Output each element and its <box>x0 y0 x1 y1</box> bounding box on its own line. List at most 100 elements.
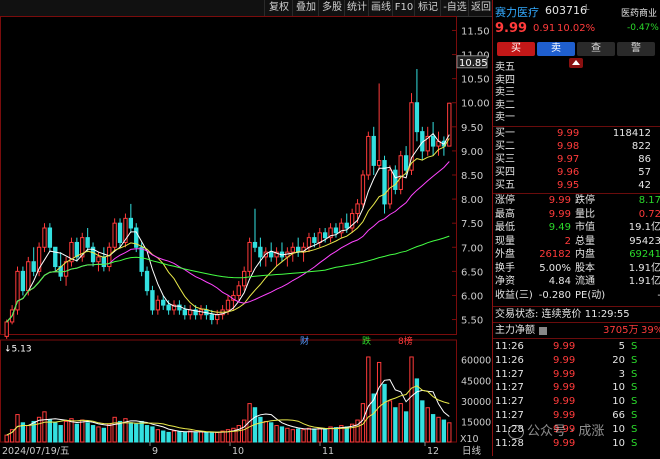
order-book-buy-row[interactable]: 买一 9.99 118412 <box>493 128 660 140</box>
order-book-buy-row[interactable]: 买二 9.98 822 <box>493 141 660 153</box>
quote-label: 股本 <box>575 262 595 274</box>
volume-bar <box>344 426 349 443</box>
toolbar-watchlist-button[interactable]: -自选 <box>440 0 469 16</box>
volume-bar <box>295 428 301 443</box>
tick-volume: 10 <box>612 437 625 449</box>
candle-body <box>26 261 31 292</box>
volume-unit-label: X10 <box>460 434 479 445</box>
buy-button[interactable]: 买 <box>497 42 535 56</box>
volume-bar <box>420 400 425 443</box>
candle-body <box>376 160 382 166</box>
watermark-text: 公众号 · 成涨 <box>527 424 605 439</box>
quote-label: 市值 <box>575 222 595 233</box>
tick-time: 11:26 <box>495 354 524 366</box>
kline-chart-svg[interactable]: 11.5011.0010.5010.009.509.008.508.007.50… <box>0 16 492 457</box>
order-book-sell-row[interactable]: 卖三 <box>495 87 660 99</box>
order-book-buy-row[interactable]: 买四 9.96 57 <box>493 167 660 179</box>
candle-body <box>398 155 403 190</box>
tick-volume: 10 <box>612 396 625 408</box>
candle-body <box>117 222 123 243</box>
sector-name[interactable]: 医药商业 <box>621 6 657 19</box>
chart-toolbar: 复权 叠加 多股 统计 画线 F10 标记 -自选 返回 <box>0 0 492 17</box>
volume-bar <box>290 429 295 443</box>
main-flow-toggle-icon[interactable] <box>539 327 547 335</box>
main-flow-label: 主力净额 <box>495 325 535 336</box>
price-tick-label: 7.00 <box>461 243 483 254</box>
candle-body <box>344 222 349 229</box>
order-book-buy-row[interactable]: 买三 9.97 86 <box>493 154 660 166</box>
toolbar-multi-stock-button[interactable]: 多股 <box>318 0 345 16</box>
toolbar-overlay-button[interactable]: 叠加 <box>292 0 319 16</box>
volume-bar <box>26 425 31 443</box>
volume-bar <box>376 361 382 443</box>
buy-level-volume: 57 <box>638 167 651 178</box>
stock-name[interactable]: 赛力医疗 <box>495 4 539 20</box>
buy-level-label: 买一 <box>495 128 515 139</box>
candle-body <box>317 232 322 243</box>
tick-direction: S <box>631 423 638 435</box>
candle-body <box>150 290 155 311</box>
quote-label: 现量 <box>495 235 515 247</box>
kline-chart-area[interactable]: 11.5011.0010.5010.009.509.008.508.007.50… <box>0 16 492 457</box>
candle-body <box>333 227 339 234</box>
quote-label: 外盘 <box>495 249 515 260</box>
volume-bar <box>269 422 274 443</box>
price-tick-label: 7.50 <box>461 219 483 230</box>
toolbar-draw-button[interactable]: 画线 <box>368 0 393 16</box>
query-button[interactable]: 查 <box>577 42 615 56</box>
candle-body <box>409 102 414 171</box>
stock-code: 603716 <box>545 4 587 17</box>
volume-bar <box>117 420 123 443</box>
volume-bar <box>285 427 290 443</box>
sell-button[interactable]: 卖 <box>537 42 575 56</box>
sector-change-value: -0.47% <box>627 23 659 33</box>
toolbar-mark-button[interactable]: 标记 <box>414 0 441 16</box>
toolbar-fuquan-button[interactable]: 复权 <box>264 0 293 16</box>
date-mark-label: 12 <box>427 446 439 456</box>
quote-label: 最高 <box>495 208 515 220</box>
candle-body <box>403 155 409 171</box>
tick-price: 9.99 <box>553 341 576 352</box>
volume-bar <box>312 428 317 443</box>
volume-tick-label: 60000 <box>461 356 491 367</box>
candle-body <box>225 299 231 311</box>
tick-price: 9.99 <box>553 354 576 366</box>
tick-volume: 3 <box>618 368 625 380</box>
tick-price: 9.99 <box>553 368 576 380</box>
candle-body <box>242 270 247 287</box>
volume-bar <box>436 416 441 443</box>
order-book-buy-row[interactable]: 买五 9.95 42 <box>493 180 660 192</box>
toolbar-stats-button[interactable]: 统计 <box>344 0 369 16</box>
order-book-sell-row[interactable]: 卖一 <box>495 112 660 124</box>
date-mark-label: 10 <box>232 446 244 456</box>
volume-bar <box>414 378 420 443</box>
order-book-sell-row[interactable]: 卖五 <box>495 62 660 74</box>
candle-body <box>85 237 90 248</box>
tick-direction: S <box>631 410 638 421</box>
low-price-marker: ↓5.13 <box>4 344 32 354</box>
candle-body <box>139 246 144 272</box>
candle-body <box>258 246 263 258</box>
price-tick-label: 6.50 <box>461 267 483 278</box>
quote-value: 5.00% <box>539 262 571 274</box>
quote-value: 9.99 <box>548 195 571 206</box>
price-tick-label: 8.00 <box>461 195 483 206</box>
order-book-sell-row[interactable]: 卖二 <box>495 100 660 112</box>
volume-bar <box>425 407 430 443</box>
date-mark-label: 9 <box>152 446 158 456</box>
toolbar-f10-button[interactable]: F10 <box>392 0 415 16</box>
buy-level-price: 9.98 <box>557 141 580 152</box>
tick-price: 9.99 <box>553 396 576 408</box>
alert-button[interactable]: 警 <box>617 42 655 56</box>
order-book-sell-row[interactable]: 卖四 <box>495 75 660 87</box>
toolbar-back-button[interactable]: 返回 <box>468 0 493 16</box>
volume-bar <box>90 425 96 443</box>
candle-body <box>4 321 9 337</box>
volume-bar <box>322 429 328 443</box>
price-tick-label: 10.00 <box>461 99 490 110</box>
candle-body <box>269 251 274 258</box>
buy-level-price: 9.95 <box>557 180 580 191</box>
tick-row: 11:26 9.99 20 S <box>493 355 660 367</box>
volume-bar <box>144 425 150 443</box>
quote-value: 2 <box>564 235 571 247</box>
